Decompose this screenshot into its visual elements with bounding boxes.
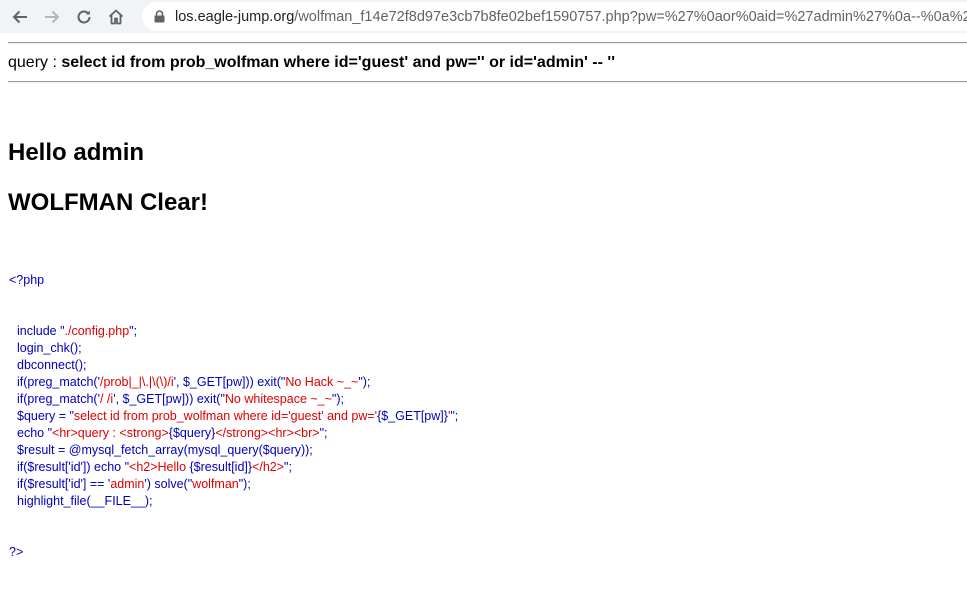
home-icon [108,9,124,24]
php-open-tag: <?php [9,273,45,287]
code-token: include " [17,324,65,338]
home-button[interactable] [105,6,127,28]
code-token: {$_GET[pw]} [377,409,448,423]
reload-icon [77,10,91,23]
code-line: $result = @mysql_fetch_array(mysql_query… [9,442,458,459]
code-token: dbconnect(); [17,358,87,372]
code-token: "); [358,375,371,389]
code-token: $query = " [17,409,74,423]
code-token: No Hack ~_~ [285,375,359,389]
code-token: login_chk(); [17,341,82,355]
code-line: $query = "select id from prob_wolfman wh… [9,408,458,425]
code-token: /prob|_|\.|\(\)/i [99,375,174,389]
code-token: "; [450,409,459,423]
code-token: if($result['id'] == ' [17,477,111,491]
page-content: query : select id from prob_wolfman wher… [0,33,967,559]
hello-heading: Hello admin [8,139,145,166]
code-token: <hr>query : <strong> [52,426,169,440]
forward-button[interactable] [41,6,63,28]
code-token: if(preg_match(' [17,375,100,389]
code-line: dbconnect(); [9,357,458,374]
code-token: if($result['id']) echo " [17,460,130,474]
code-token: wolfman [192,477,239,491]
code-token: ', $_GET[pw])) exit(" [173,375,286,389]
code-token: "; [284,460,292,474]
url-path: /wolfman_f14e72f8d97e3cb7b8fe02bef159075… [294,8,967,25]
code-line: if(preg_match('/prob|_|\.|\(\)/i', $_GET… [9,374,458,391]
code-line: if($result['id']) echo "<h2>Hello {$resu… [9,459,458,476]
code-token: "; [129,324,138,338]
code-token: "); [331,392,344,406]
code-token: ') solve(" [144,477,193,491]
code-token: ./config.php [64,324,130,338]
code-token: {$query} [168,426,216,440]
query-line: query : select id from prob_wolfman wher… [8,54,615,72]
reload-button[interactable] [73,6,95,28]
code-token: admin [110,477,145,491]
code-token: <h2>Hello [129,460,190,474]
code-token: $result = @mysql_fetch_array(mysql_query… [17,443,313,457]
code-token: if(preg_match(' [17,392,100,406]
php-close-tag: ?> [9,545,24,559]
code-token: / /i [99,392,114,406]
arrow-right-icon [45,10,60,23]
url-host: los.eagle-jump.org [175,8,295,25]
code-token: "; [319,426,328,440]
code-token: ', $_GET[pw])) exit(" [113,392,225,406]
code-token: echo " [17,426,53,440]
code-line: include "./config.php"; [9,323,458,340]
arrow-left-icon [12,10,27,23]
code-token: "); [238,477,251,491]
divider [8,42,967,44]
code-token: </h2> [252,460,285,474]
code-line: highlight_file(__FILE__); [9,493,458,510]
code-token: No whitespace ~_~ [224,392,332,406]
code-line: if(preg_match('/ /i', $_GET[pw])) exit("… [9,391,458,408]
code-line: login_chk(); [9,340,458,357]
code-line: echo "<hr>query : <strong>{$query}</stro… [9,425,458,442]
divider [8,81,967,83]
code-token: select id from prob_wolfman where id='gu… [73,409,378,423]
clear-heading: WOLFMAN Clear! [8,189,208,216]
lock-icon[interactable] [154,10,165,23]
query-text: select id from prob_wolfman where id='gu… [61,54,615,71]
code-token: </strong><hr><br> [215,426,320,440]
source-code: <?php include "./config.php"; login_chk()… [9,238,458,595]
back-button[interactable] [9,6,31,28]
query-label: query : [8,54,62,71]
browser-toolbar: los.eagle-jump.org/wolfman_f14e72f8d97e3… [0,0,967,33]
code-token: highlight_file(__FILE__); [17,494,153,508]
code-token: {$result[id]} [189,460,253,474]
address-bar[interactable]: los.eagle-jump.org/wolfman_f14e72f8d97e3… [142,2,967,31]
code-line: if($result['id'] == 'admin') solve("wolf… [9,476,458,493]
